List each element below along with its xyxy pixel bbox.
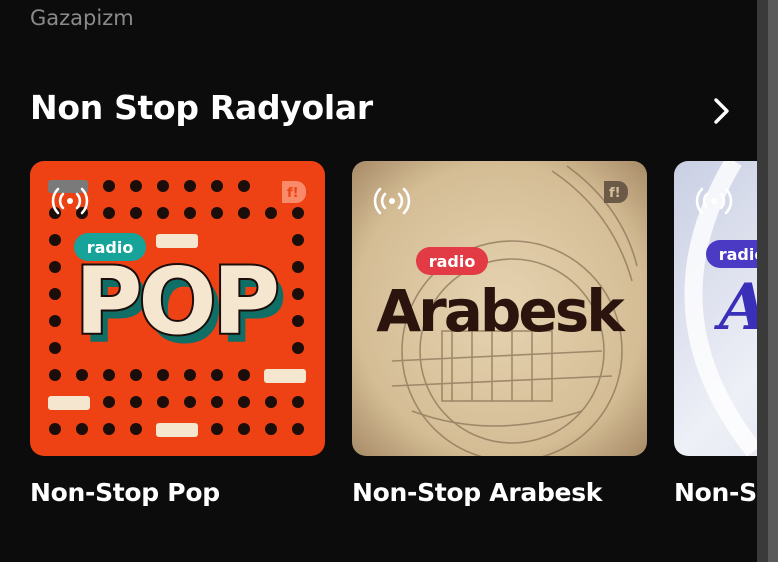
station-card-pop[interactable]: radio POP POP f!	[30, 161, 325, 456]
pattern-dot	[238, 180, 250, 192]
pattern-dot	[103, 369, 115, 381]
station-card-arabesk[interactable]: radio Arabesk f!	[352, 161, 647, 456]
svg-text:f!: f!	[609, 186, 621, 201]
scrollbar-thumb[interactable]	[768, 0, 778, 562]
pattern-dot	[292, 315, 304, 327]
pattern-dot	[130, 396, 142, 408]
pattern-dot	[184, 207, 196, 219]
station-name[interactable]: Non-Stop Aşk	[674, 478, 757, 507]
art-word: POP	[75, 248, 277, 355]
pattern-dot	[103, 423, 115, 435]
pattern-dot	[211, 207, 223, 219]
pattern-dot	[76, 369, 88, 381]
pattern-dot	[130, 369, 142, 381]
pattern-dot	[157, 396, 169, 408]
station-artwork-arabesk: radio Arabesk f!	[352, 161, 647, 456]
station-artwork-pop: radio POP POP f!	[30, 161, 325, 456]
chevron-right-icon[interactable]	[705, 95, 737, 127]
pattern-dot	[157, 207, 169, 219]
section-title: Non Stop Radyolar	[30, 88, 373, 127]
pattern-dot	[292, 207, 304, 219]
pattern-dot	[49, 315, 61, 327]
pattern-dot	[238, 369, 250, 381]
content-area: Gazapizm Non Stop Radyolar radio POP POP	[0, 0, 757, 562]
svg-text:f!: f!	[287, 186, 299, 201]
art-word: A	[714, 270, 757, 345]
pattern-dot	[211, 180, 223, 192]
pattern-dot	[238, 207, 250, 219]
pattern-dot	[292, 261, 304, 273]
art-tag: radio	[719, 245, 757, 264]
pattern-dot	[292, 342, 304, 354]
pattern-dot	[49, 423, 61, 435]
pattern-dot	[157, 180, 169, 192]
pattern-dot	[184, 180, 196, 192]
pattern-dot	[130, 207, 142, 219]
pattern-dot	[49, 261, 61, 273]
pattern-dot	[130, 180, 142, 192]
pattern-dot	[103, 180, 115, 192]
fizy-logo: f!	[282, 181, 306, 203]
pattern-dot	[130, 423, 142, 435]
pattern-dot	[211, 423, 223, 435]
pattern-dot	[76, 423, 88, 435]
pattern-dot	[184, 369, 196, 381]
pattern-dot	[103, 207, 115, 219]
pattern-dot	[238, 423, 250, 435]
pattern-dot	[211, 396, 223, 408]
pattern-dot	[292, 234, 304, 246]
pattern-dot	[292, 396, 304, 408]
pattern-dot	[49, 288, 61, 300]
pattern-dot	[265, 396, 277, 408]
pattern-dot	[265, 423, 277, 435]
pattern-dot	[103, 396, 115, 408]
art-tag: radio	[429, 252, 476, 271]
station-card-third[interactable]: radio A	[674, 161, 757, 456]
fizy-logo: f!	[604, 181, 628, 203]
pattern-dot	[49, 369, 61, 381]
pattern-dot	[211, 369, 223, 381]
previous-item-caption: Gazapizm	[30, 6, 134, 30]
art-word: Arabesk	[376, 277, 626, 345]
pattern-dot	[238, 396, 250, 408]
pattern-dot	[49, 342, 61, 354]
pattern-dot	[292, 288, 304, 300]
station-name[interactable]: Non-Stop Pop	[30, 478, 220, 507]
pattern-dot	[265, 207, 277, 219]
pattern-dot	[157, 369, 169, 381]
pattern-dot	[184, 396, 196, 408]
station-name[interactable]: Non-Stop Arabesk	[352, 478, 602, 507]
pattern-dot	[49, 234, 61, 246]
pattern-dot	[292, 423, 304, 435]
station-artwork-third: radio A	[674, 161, 757, 456]
